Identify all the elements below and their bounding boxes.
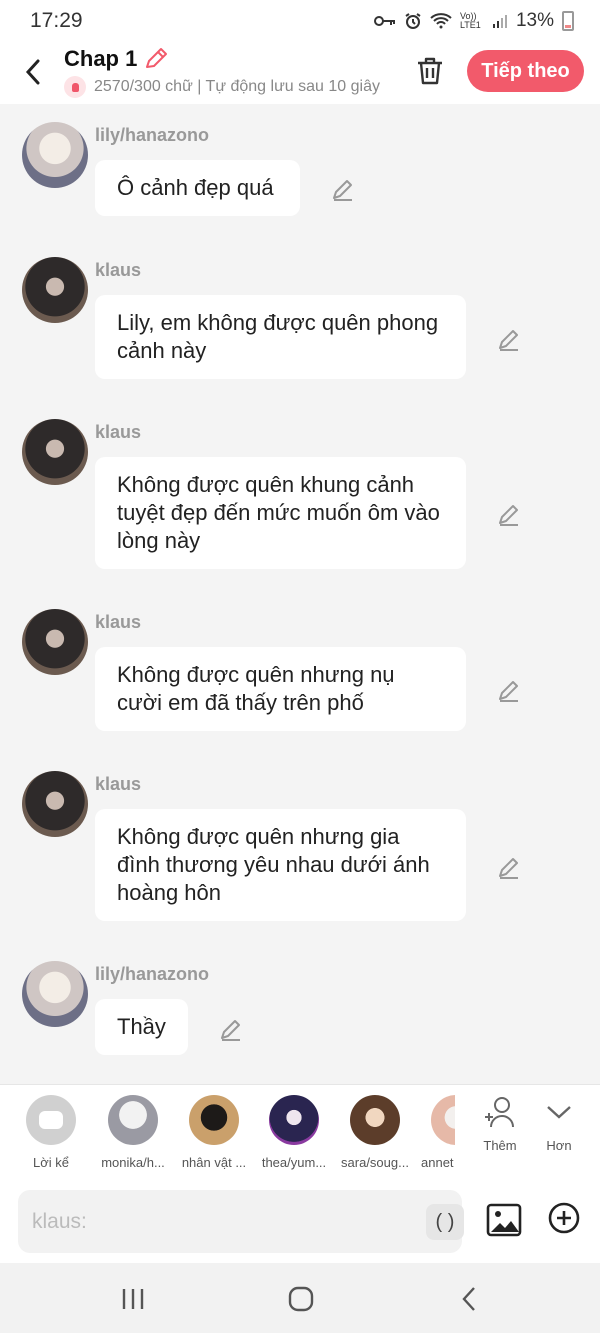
avatar bbox=[189, 1095, 239, 1145]
character-sara[interactable]: sara/soug... bbox=[335, 1095, 415, 1170]
status-bar: 17:29 Vo)) LTE1 13% bbox=[0, 0, 600, 42]
message-bubble[interactable]: Thầy bbox=[95, 999, 188, 1055]
delete-button[interactable] bbox=[414, 54, 446, 88]
back-button[interactable] bbox=[18, 54, 48, 90]
chat-list[interactable]: lily/hanazono Ô cảnh đẹp quá klaus Lily,… bbox=[0, 104, 600, 1084]
chevron-down-icon bbox=[547, 1106, 571, 1119]
speaker-name: lily/hanazono bbox=[95, 125, 210, 145]
avatar[interactable] bbox=[22, 609, 88, 675]
editor-header: Chap 1 2570/300 chữ | Tự động lưu sau 10… bbox=[0, 42, 600, 104]
status-time: 17:29 bbox=[30, 9, 83, 32]
speaker-name: klaus bbox=[95, 422, 142, 442]
add-button[interactable] bbox=[548, 1202, 580, 1234]
edit-pencil-icon[interactable] bbox=[496, 678, 522, 704]
next-button[interactable]: Tiếp theo bbox=[467, 50, 584, 92]
bell-icon bbox=[64, 76, 86, 98]
avatar[interactable] bbox=[22, 419, 88, 485]
speaker-name: klaus bbox=[95, 612, 142, 632]
plus-circle-icon bbox=[548, 1202, 580, 1234]
edit-pencil-icon[interactable] bbox=[218, 1017, 244, 1043]
avatar bbox=[350, 1095, 400, 1145]
pencil-icon[interactable] bbox=[143, 46, 169, 72]
avatar bbox=[431, 1095, 455, 1145]
avatar bbox=[108, 1095, 158, 1145]
message-input[interactable] bbox=[32, 1190, 402, 1253]
character-label: sara/soug... bbox=[341, 1155, 409, 1170]
more-label: Hơn bbox=[546, 1138, 572, 1153]
character-annet[interactable]: annet bbox=[415, 1095, 455, 1170]
avatar[interactable] bbox=[22, 122, 88, 188]
add-user-icon bbox=[485, 1097, 514, 1128]
home-icon bbox=[288, 1286, 314, 1312]
message-bubble[interactable]: Không được quên khung cảnh tuyệt đẹp đến… bbox=[95, 457, 466, 569]
message-bubble[interactable]: Ô cảnh đẹp quá bbox=[95, 160, 300, 216]
recent-apps-icon bbox=[122, 1289, 144, 1309]
trash-icon bbox=[418, 57, 442, 85]
character-label: annet bbox=[421, 1155, 454, 1170]
wifi-icon bbox=[430, 13, 452, 29]
save-status: 2570/300 chữ | Tự động lưu sau 10 giây bbox=[94, 78, 380, 95]
save-status-row: 2570/300 chữ | Tự động lưu sau 10 giây bbox=[64, 76, 394, 98]
message-input-box[interactable]: ( ) bbox=[18, 1190, 464, 1253]
more-button[interactable]: Hơn bbox=[529, 1095, 589, 1153]
edit-pencil-icon[interactable] bbox=[496, 855, 522, 881]
avatar bbox=[269, 1095, 319, 1145]
avatar[interactable] bbox=[22, 771, 88, 837]
signal-icon bbox=[492, 13, 508, 29]
network-label: Vo)) LTE1 bbox=[459, 11, 481, 30]
system-back-button[interactable] bbox=[454, 1285, 484, 1313]
chapter-title: Chap 1 bbox=[64, 46, 138, 71]
character-bar: Lời kể monika/h... nhân vật ... thea/yum… bbox=[0, 1084, 600, 1180]
recent-apps-button[interactable] bbox=[118, 1285, 148, 1313]
speaker-name: lily/hanazono bbox=[95, 964, 210, 984]
image-icon bbox=[486, 1203, 522, 1237]
chevron-left-icon bbox=[25, 59, 40, 85]
alarm-icon bbox=[404, 12, 422, 30]
message-bubble[interactable]: Không được quên nhưng gia đình thương yê… bbox=[95, 809, 466, 921]
battery-icon bbox=[562, 11, 574, 31]
key-icon bbox=[373, 14, 396, 28]
title-row[interactable]: Chap 1 bbox=[64, 46, 169, 72]
action-toggle-button[interactable]: ( ) bbox=[426, 1204, 464, 1240]
character-label: thea/yum... bbox=[261, 1155, 327, 1170]
speaker-name: klaus bbox=[95, 260, 142, 280]
avatar[interactable] bbox=[22, 961, 88, 1027]
add-character-button[interactable]: Thêm bbox=[470, 1095, 530, 1153]
message-bubble[interactable]: Không được quên nhưng nụ cười em đã thấy… bbox=[95, 647, 466, 731]
message-bubble[interactable]: Lily, em không được quên phong cảnh này bbox=[95, 295, 466, 379]
speaker-name: klaus bbox=[95, 774, 142, 794]
character-label: monika/h... bbox=[101, 1155, 165, 1170]
edit-pencil-icon[interactable] bbox=[496, 502, 522, 528]
input-bar: ( ) bbox=[0, 1180, 600, 1263]
chat-bubble-icon bbox=[26, 1095, 76, 1145]
edit-pencil-icon[interactable] bbox=[330, 177, 356, 203]
battery-percent: 13% bbox=[515, 10, 554, 31]
system-nav-bar bbox=[0, 1263, 600, 1333]
character-label: nhân vật ... bbox=[181, 1155, 247, 1170]
character-label: Lời kể bbox=[33, 1155, 69, 1170]
character-nhan-vat[interactable]: nhân vật ... bbox=[174, 1095, 254, 1170]
add-label: Thêm bbox=[483, 1138, 517, 1153]
edit-pencil-icon[interactable] bbox=[496, 327, 522, 353]
image-button[interactable] bbox=[486, 1202, 522, 1238]
avatar[interactable] bbox=[22, 257, 88, 323]
back-icon bbox=[462, 1287, 475, 1311]
status-icons: Vo)) LTE1 13% bbox=[373, 10, 574, 32]
character-narrator[interactable]: Lời kể bbox=[11, 1095, 91, 1170]
character-thea[interactable]: thea/yum... bbox=[254, 1095, 334, 1170]
home-button[interactable] bbox=[286, 1285, 316, 1313]
character-monika[interactable]: monika/h... bbox=[93, 1095, 173, 1170]
